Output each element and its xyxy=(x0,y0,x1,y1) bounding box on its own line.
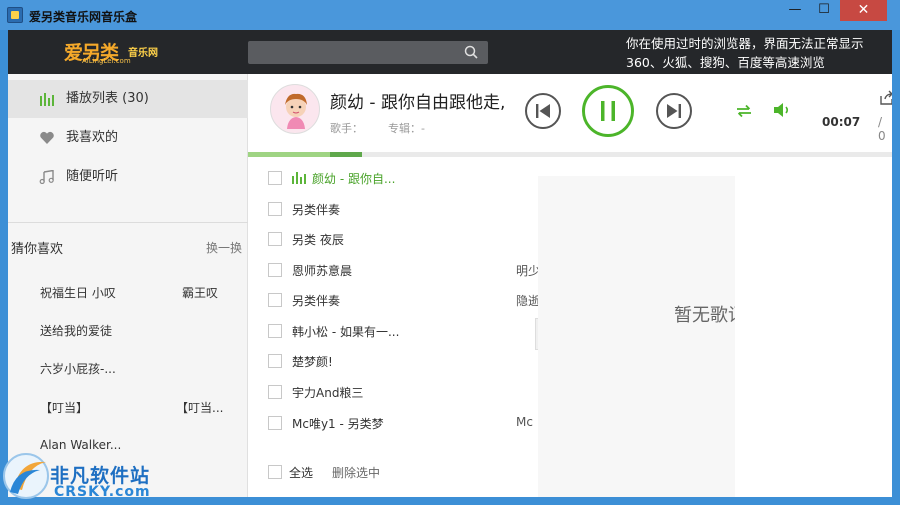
playlist: 颜幼 - 跟你自... 另类伴奏 另类 夜辰 恩师苏意晨 明少 另类伴奏 隐逝 … xyxy=(248,160,538,497)
site-logo[interactable]: 爱另类 音乐网 AiLingLei.com xyxy=(64,38,182,66)
nav-label: 播放列表 (30) xyxy=(66,91,149,106)
recommendation-item[interactable]: 【叮当... xyxy=(176,399,223,416)
watermark-sub: CRSKY.com xyxy=(54,484,151,500)
nav-favorites[interactable]: 我喜欢的 xyxy=(8,119,248,157)
maximize-button[interactable]: ☐ xyxy=(810,0,838,21)
nav-playlist[interactable]: 播放列表 (30) xyxy=(8,80,248,118)
total-time: / 0 xyxy=(878,115,886,143)
select-all-checkbox[interactable] xyxy=(268,465,282,479)
previous-button[interactable] xyxy=(525,93,561,129)
playlist-row[interactable]: 另类伴奏 隐逝 xyxy=(248,285,538,315)
share-icon[interactable] xyxy=(879,90,892,106)
volume-icon[interactable] xyxy=(772,101,792,119)
artist-label: 歌手： xyxy=(330,122,363,135)
row-artist: 隐逝 xyxy=(516,294,538,308)
lyrics-panel: 暂无歌词显示 xyxy=(538,176,782,497)
skip-back-icon xyxy=(536,104,550,118)
row-checkbox[interactable] xyxy=(268,293,282,307)
row-title: 宇力And粮三 xyxy=(292,386,364,400)
song-title: 颜幼 - 跟你自由跟他走, xyxy=(330,93,506,113)
row-title: 另类伴奏 xyxy=(292,203,341,217)
nav-random[interactable]: 随便听听 xyxy=(8,158,248,196)
heart-icon xyxy=(40,131,54,144)
playlist-row[interactable]: 另类 夜辰 xyxy=(248,224,538,254)
equalizer-icon xyxy=(40,93,54,106)
row-title: 恩师苏意晨 xyxy=(292,264,353,278)
nav-label: 我喜欢的 xyxy=(66,130,119,145)
loop-icon[interactable] xyxy=(734,102,754,120)
delete-selected-button[interactable]: 删除选中 xyxy=(332,464,380,481)
row-title: Mc唯y1 - 另类梦 xyxy=(292,417,384,431)
row-checkbox[interactable] xyxy=(268,354,282,368)
sidebar: 播放列表 (30) 我喜欢的 随便听听 猜你喜欢 换一换 祝福生日 小叹 霸王叹… xyxy=(8,74,248,497)
row-title: 另类伴奏 xyxy=(292,294,341,308)
row-artist: Mc xyxy=(516,415,533,429)
recommendation-item[interactable]: 祝福生日 小叹 xyxy=(40,284,116,301)
next-button[interactable] xyxy=(656,93,692,129)
row-artist: 明少 xyxy=(516,264,538,278)
select-all-label[interactable]: 全选 xyxy=(289,464,313,481)
row-title: 颜幼 - 跟你自... xyxy=(312,172,396,186)
current-time: 00:07 xyxy=(822,115,861,129)
row-title: 韩小松 - 如果有一... xyxy=(292,325,400,339)
row-checkbox[interactable] xyxy=(268,263,282,277)
row-title: 另类 夜辰 xyxy=(292,233,344,247)
row-checkbox[interactable] xyxy=(268,202,282,216)
row-checkbox[interactable] xyxy=(268,171,282,185)
playlist-row[interactable]: Mc唯y1 - 另类梦 Mc xyxy=(248,408,538,438)
app-icon xyxy=(7,7,23,23)
logo-sub: AiLingLei.com xyxy=(82,57,131,65)
row-checkbox[interactable] xyxy=(268,232,282,246)
window-title: 爱另类音乐网音乐盒 xyxy=(29,10,138,24)
recommendation-item[interactable]: 送给我的爱徒 xyxy=(40,322,112,339)
guess-title: 猜你喜欢 xyxy=(11,242,64,257)
playlist-row[interactable]: 恩师苏意晨 明少 xyxy=(248,255,538,285)
search-input[interactable] xyxy=(248,41,458,64)
playlist-row[interactable]: 另类伴奏 xyxy=(248,194,538,224)
pause-button[interactable] xyxy=(582,85,634,137)
window-titlebar: 爱另类音乐网音乐盒 — ☐ ✕ xyxy=(0,0,900,30)
close-button[interactable]: ✕ xyxy=(840,0,887,21)
music-note-icon xyxy=(39,170,54,184)
search-icon[interactable] xyxy=(464,45,478,59)
playing-icon xyxy=(292,172,306,184)
warning-line-1: 你在使用过时的浏览器，界面无法正常显示 xyxy=(626,36,864,51)
top-header: 爱另类 音乐网 AiLingLei.com 你在使用过时的浏览器，界面无法正常显… xyxy=(8,30,892,74)
progress-bar[interactable] xyxy=(248,152,892,157)
player-bar: 颜幼 - 跟你自由跟他走, 歌手： 专辑：- 00:07 / 0 xyxy=(248,74,892,150)
skip-forward-icon xyxy=(667,104,681,118)
album-cover[interactable] xyxy=(270,84,320,134)
cover-art-icon xyxy=(285,93,307,129)
playlist-row[interactable]: 韩小松 - 如果有一... xyxy=(248,316,538,346)
sidebar-divider xyxy=(8,222,248,223)
app-frame: 爱另类 音乐网 AiLingLei.com 你在使用过时的浏览器，界面无法正常显… xyxy=(8,30,892,497)
album-label: 专辑：- xyxy=(388,122,425,135)
warning-line-2: 360、火狐、搜狗、百度等高速浏览 xyxy=(626,55,825,70)
row-title: 楚梦颜! xyxy=(292,355,333,369)
nav-label: 随便听听 xyxy=(66,169,119,184)
row-checkbox[interactable] xyxy=(268,324,282,338)
minimize-button[interactable]: — xyxy=(781,0,809,21)
recommendation-item[interactable]: 六岁小屁孩-... xyxy=(40,360,116,377)
refresh-link[interactable]: 换一换 xyxy=(206,239,242,256)
recommendation-item[interactable]: 【叮当】 xyxy=(40,399,88,416)
playlist-row[interactable]: 楚梦颜! xyxy=(248,346,538,376)
search-box xyxy=(248,41,488,64)
lyrics-panel-right xyxy=(735,176,892,497)
playlist-row[interactable]: 颜幼 - 跟你自... xyxy=(248,163,538,193)
pause-icon xyxy=(601,101,615,121)
progress-fill xyxy=(248,152,332,157)
browser-warning: 你在使用过时的浏览器，界面无法正常显示 360、火狐、搜狗、百度等高速浏览 xyxy=(626,34,892,72)
recommendation-item[interactable]: 霸王叹 xyxy=(182,284,218,301)
progress-buffer xyxy=(330,152,362,157)
playlist-row[interactable]: 宇力And粮三 xyxy=(248,377,538,407)
row-checkbox[interactable] xyxy=(268,385,282,399)
logo-badge: 音乐网 xyxy=(128,48,158,59)
row-checkbox[interactable] xyxy=(268,416,282,430)
